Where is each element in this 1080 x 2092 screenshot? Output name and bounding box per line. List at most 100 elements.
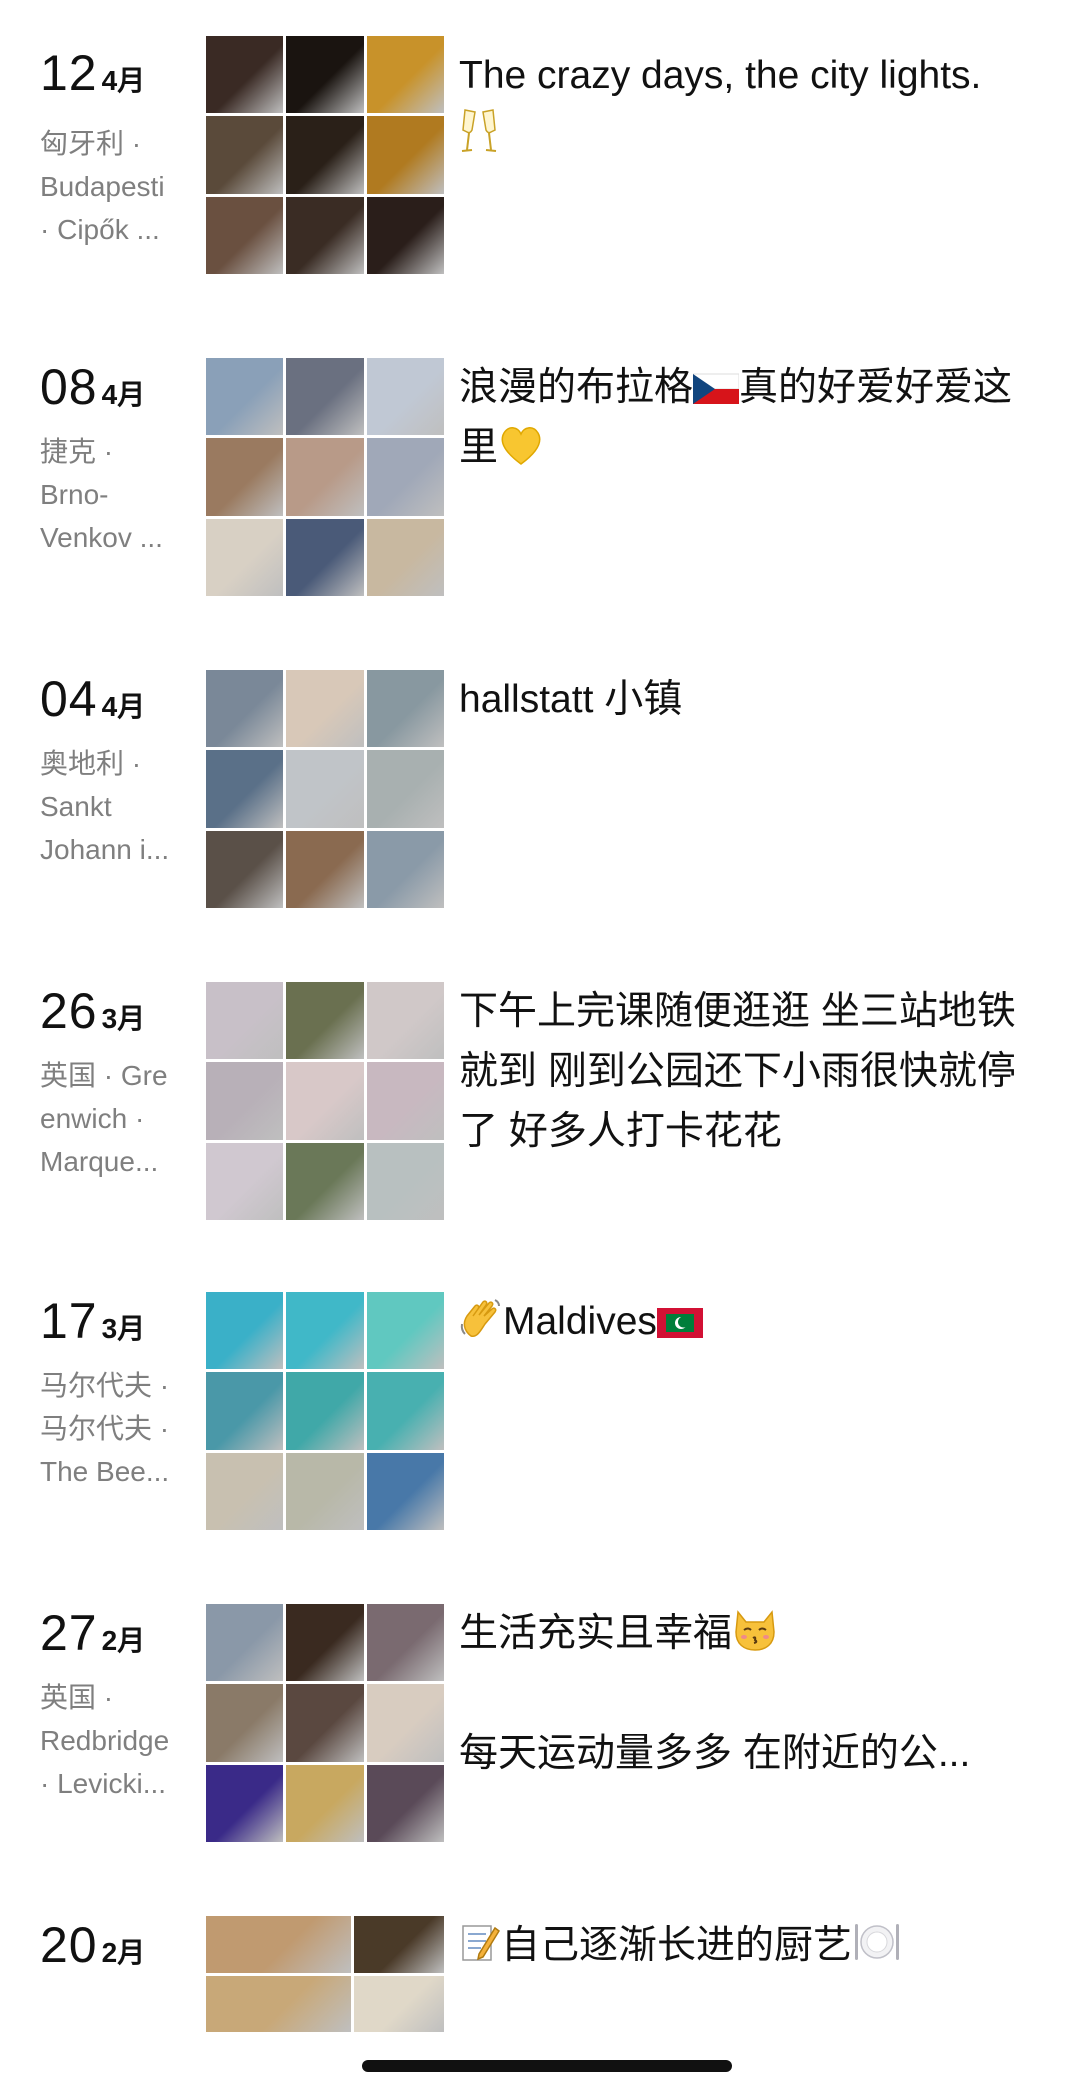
photo-thumbnail[interactable] <box>366 1292 444 1370</box>
post-day: 20 <box>40 1917 98 1973</box>
photo-grid[interactable] <box>206 1292 444 1530</box>
post-day: 04 <box>40 671 98 727</box>
photo-thumbnail[interactable] <box>206 1292 284 1370</box>
photo-thumbnail[interactable] <box>206 358 284 436</box>
photo-thumbnail[interactable] <box>286 1372 364 1450</box>
photo-thumbnail[interactable] <box>366 670 444 748</box>
post-month: 4月 <box>101 691 146 722</box>
moments-feed: 12 4月 匈牙利 · Budapesti · Cipők ... The cra… <box>0 0 1080 2092</box>
photo-grid[interactable] <box>206 982 444 1220</box>
caption-text: 下午上完课随便逛逛 坐三站地铁就到 刚到公园还下小雨很快就停了 好多人打卡花花 <box>459 990 1016 1153</box>
location-line: Marque... <box>40 1146 159 1177</box>
location-line: · Cipők ... <box>40 214 160 245</box>
photo-thumbnail[interactable] <box>366 982 444 1060</box>
photo-thumbnail[interactable] <box>286 670 364 748</box>
photo-thumbnail[interactable] <box>353 1916 444 1973</box>
photo-thumbnail[interactable] <box>206 830 284 908</box>
photo-thumbnail[interactable] <box>366 1764 444 1842</box>
photo-thumbnail[interactable] <box>206 438 284 516</box>
photo-thumbnail[interactable] <box>206 1684 284 1762</box>
photo-thumbnail[interactable] <box>286 438 364 516</box>
caption-text: 每天运动量多多 在附近的公... <box>459 1732 971 1775</box>
post-day: 08 <box>40 359 98 415</box>
photo-thumbnail[interactable] <box>286 1604 364 1682</box>
post-caption[interactable]: hallstatt 小镇 <box>459 670 1029 730</box>
photo-thumbnail[interactable] <box>206 518 284 596</box>
photo-thumbnail[interactable] <box>206 1975 351 2033</box>
caption-text: The crazy days, the city lights. <box>459 54 982 97</box>
photo-thumbnail[interactable] <box>206 1604 284 1682</box>
memo-icon <box>462 1925 500 1961</box>
photo-thumbnail[interactable] <box>366 1684 444 1762</box>
post-caption[interactable]: Maldives <box>459 1292 1029 1352</box>
photo-thumbnail[interactable] <box>206 1062 284 1140</box>
post-caption[interactable]: 自己逐渐长进的厨艺 <box>459 1916 1029 1976</box>
location-line: Brno- <box>40 479 109 510</box>
photo-thumbnail[interactable] <box>206 982 284 1060</box>
photo-thumbnail[interactable] <box>286 1062 364 1140</box>
photo-thumbnail[interactable] <box>206 1916 351 1973</box>
photo-thumbnail[interactable] <box>286 196 364 274</box>
photo-thumbnail[interactable] <box>286 1292 364 1370</box>
photo-grid[interactable] <box>206 670 444 908</box>
photo-thumbnail[interactable] <box>366 1062 444 1140</box>
photo-thumbnail[interactable] <box>366 1372 444 1450</box>
home-indicator[interactable] <box>362 2060 732 2072</box>
post-caption[interactable]: 下午上完课随便逛逛 坐三站地铁就到 刚到公园还下小雨很快就停了 好多人打卡花花 <box>459 982 1029 1162</box>
post-date: 20 2月 <box>40 1916 145 1974</box>
post-caption[interactable]: 生活充实且幸福 每天运动量多多 在附近的公... <box>459 1604 1029 1784</box>
photo-thumbnail[interactable] <box>366 438 444 516</box>
post-day: 26 <box>40 983 98 1039</box>
photo-thumbnail[interactable] <box>286 982 364 1060</box>
photo-thumbnail[interactable] <box>206 1142 284 1220</box>
photo-thumbnail[interactable] <box>206 1764 284 1842</box>
photo-thumbnail[interactable] <box>286 116 364 194</box>
photo-grid[interactable] <box>206 1604 444 1842</box>
photo-thumbnail[interactable] <box>366 196 444 274</box>
post-caption[interactable]: 浪漫的布拉格 真的好爱好爱这里 <box>459 358 1029 478</box>
post-location: 英国 · Gre enwich · Marque... <box>40 1054 190 1183</box>
photo-thumbnail[interactable] <box>366 1142 444 1220</box>
post-month: 3月 <box>101 1003 146 1034</box>
photo-thumbnail[interactable] <box>366 358 444 436</box>
photo-thumbnail[interactable] <box>286 36 364 114</box>
photo-thumbnail[interactable] <box>206 196 284 274</box>
post-caption[interactable]: The crazy days, the city lights. <box>459 46 1029 166</box>
photo-thumbnail[interactable] <box>366 830 444 908</box>
location-line: 马尔代夫 · <box>40 1370 170 1401</box>
photo-thumbnail[interactable] <box>366 1604 444 1682</box>
post-month: 4月 <box>101 379 146 410</box>
photo-thumbnail[interactable] <box>206 750 284 828</box>
photo-grid[interactable] <box>206 358 444 596</box>
photo-thumbnail[interactable] <box>286 358 364 436</box>
post-day: 12 <box>40 45 98 101</box>
photo-thumbnail[interactable] <box>366 518 444 596</box>
photo-thumbnail[interactable] <box>353 1975 444 2033</box>
location-line: Sankt <box>40 791 112 822</box>
photo-thumbnail[interactable] <box>286 1684 364 1762</box>
plate-with-cutlery-icon <box>855 1924 900 1960</box>
photo-thumbnail[interactable] <box>206 116 284 194</box>
post-month: 3月 <box>101 1313 146 1344</box>
location-line: Redbridge <box>40 1725 170 1756</box>
photo-thumbnail[interactable] <box>286 1142 364 1220</box>
post-date: 12 4月 <box>40 44 145 102</box>
photo-thumbnail[interactable] <box>366 750 444 828</box>
location-line: Johann i... <box>40 834 170 865</box>
photo-thumbnail[interactable] <box>366 36 444 114</box>
photo-thumbnail[interactable] <box>286 750 364 828</box>
caption-text: 生活充实且幸福 <box>459 1612 733 1655</box>
photo-thumbnail[interactable] <box>286 518 364 596</box>
photo-thumbnail[interactable] <box>286 830 364 908</box>
post-location: 匈牙利 · Budapesti · Cipők ... <box>40 122 190 251</box>
photo-grid[interactable] <box>206 36 444 274</box>
photo-thumbnail[interactable] <box>206 1452 284 1530</box>
photo-thumbnail[interactable] <box>286 1764 364 1842</box>
photo-thumbnail[interactable] <box>206 670 284 748</box>
photo-thumbnail[interactable] <box>206 36 284 114</box>
photo-thumbnail[interactable] <box>286 1452 364 1530</box>
photo-thumbnail[interactable] <box>366 116 444 194</box>
photo-thumbnail[interactable] <box>206 1372 284 1450</box>
photo-thumbnail[interactable] <box>366 1452 444 1530</box>
caption-text: 浪漫的布拉格 <box>459 366 694 409</box>
